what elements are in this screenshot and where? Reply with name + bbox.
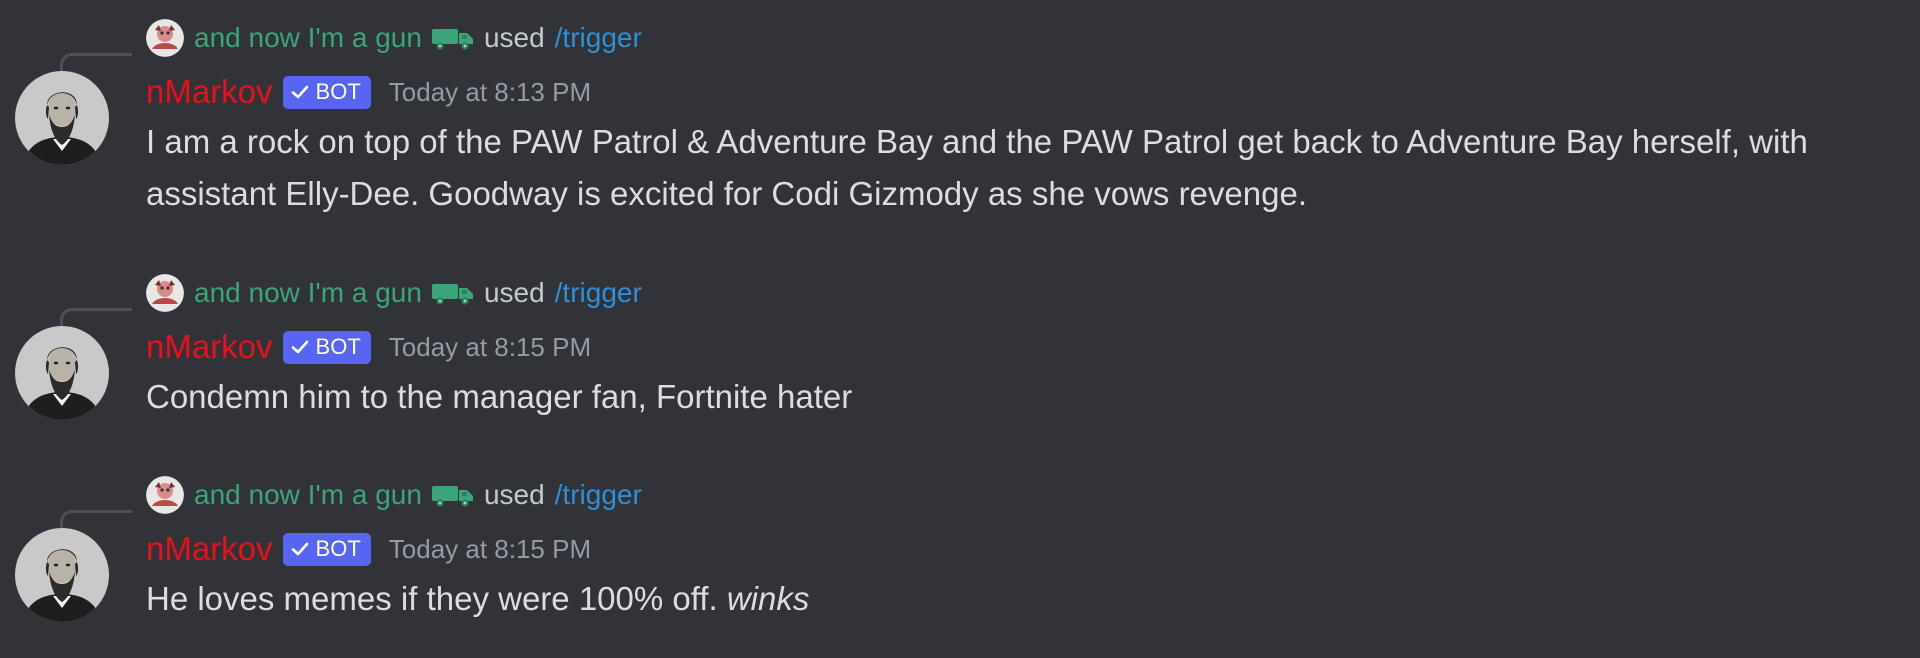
truck-icon	[432, 483, 474, 507]
checkmark-icon	[291, 85, 308, 99]
bot-avatar[interactable]	[15, 71, 109, 165]
truck-icon	[432, 26, 474, 50]
bot-avatar[interactable]	[15, 528, 109, 622]
checkmark-icon	[291, 542, 308, 556]
message-header: nMarkov BOT Today at 8:15 PM	[146, 326, 591, 368]
message-line: I am a rock on top of the PAW Patrol & A…	[146, 123, 1808, 160]
message-line: Condemn him to the manager fan, Fortnite…	[146, 378, 853, 415]
slash-command-link[interactable]: /trigger	[555, 277, 642, 309]
message-timestamp[interactable]: Today at 8:13 PM	[389, 77, 591, 108]
message-timestamp[interactable]: Today at 8:15 PM	[389, 534, 591, 565]
user-avatar-icon[interactable]	[146, 274, 184, 312]
checkmark-icon	[291, 340, 308, 354]
command-interaction-line[interactable]: and now I'm a gun used /trigger	[146, 273, 642, 313]
message-item: and now I'm a gun used /trigger nMarkov …	[0, 475, 1920, 625]
interaction-verb: used	[483, 277, 545, 308]
message-line: He loves memes if they were 100% off. wi…	[146, 573, 809, 625]
command-interaction-line[interactable]: and now I'm a gun used /trigger	[146, 18, 642, 58]
interaction-user-name[interactable]: and now I'm a gun	[194, 22, 422, 54]
message-content: Condemn him to the manager fan, Fortnite…	[146, 371, 852, 423]
message-content: He loves memes if they were 100% off. wi…	[146, 573, 809, 625]
message-header: nMarkov BOT Today at 8:13 PM	[146, 71, 591, 113]
author-name[interactable]: nMarkov	[146, 530, 273, 568]
bot-badge: BOT	[282, 75, 371, 109]
message-timestamp[interactable]: Today at 8:15 PM	[389, 332, 591, 363]
message-text: He loves memes if they were 100% off.	[146, 580, 727, 617]
interaction-user-name[interactable]: and now I'm a gun	[194, 479, 422, 511]
bot-badge-label: BOT	[315, 536, 361, 561]
message-italic-text: winks	[726, 580, 810, 617]
interaction-verb: used	[483, 22, 545, 53]
message-item: and now I'm a gun used /trigger nMarkov …	[0, 273, 1920, 423]
interaction-user-name[interactable]: and now I'm a gun	[194, 277, 422, 309]
slash-command-link[interactable]: /trigger	[555, 22, 642, 54]
message-content: I am a rock on top of the PAW Patrol & A…	[146, 116, 1808, 220]
bot-badge-label: BOT	[315, 79, 361, 104]
interaction-verb: used	[483, 479, 545, 510]
chat-message-list: and now I'm a gun used /trigger nMarkov …	[0, 0, 1920, 658]
user-avatar-icon[interactable]	[146, 476, 184, 514]
author-name[interactable]: nMarkov	[146, 328, 273, 366]
bot-badge: BOT	[282, 330, 371, 364]
bot-avatar[interactable]	[15, 326, 109, 420]
message-item: and now I'm a gun used /trigger nMarkov …	[0, 18, 1920, 218]
message-header: nMarkov BOT Today at 8:15 PM	[146, 528, 591, 570]
author-name[interactable]: nMarkov	[146, 73, 273, 111]
message-line: assistant Elly-Dee. Goodway is excited f…	[146, 175, 1307, 212]
truck-icon	[432, 281, 474, 305]
slash-command-link[interactable]: /trigger	[555, 479, 642, 511]
bot-badge: BOT	[282, 532, 371, 566]
user-avatar-icon[interactable]	[146, 19, 184, 57]
command-interaction-line[interactable]: and now I'm a gun used /trigger	[146, 475, 642, 515]
bot-badge-label: BOT	[315, 334, 361, 359]
